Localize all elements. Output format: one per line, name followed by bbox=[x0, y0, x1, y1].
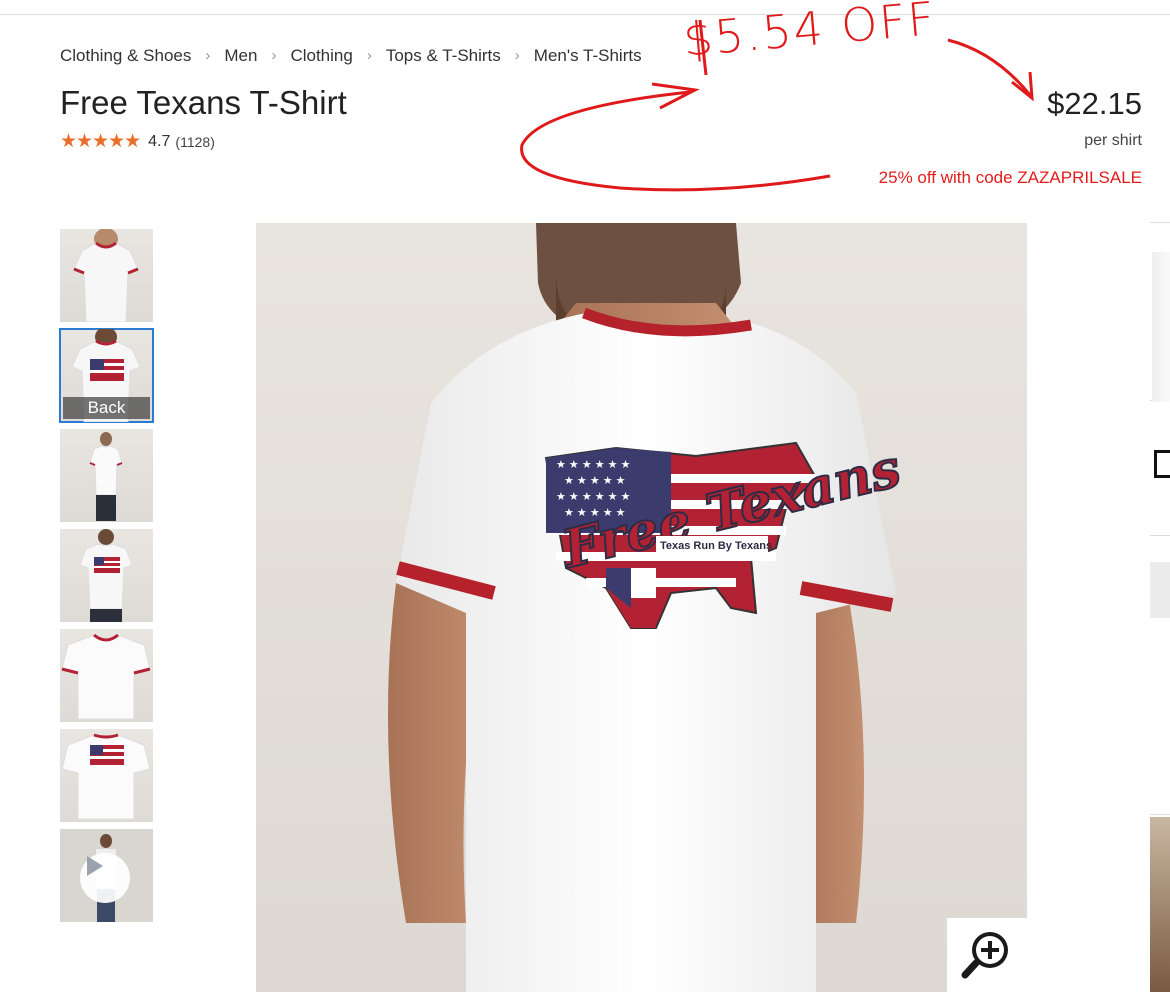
product-title: Free Texans T-Shirt bbox=[60, 84, 347, 121]
tshirt-model-back-image bbox=[79, 529, 133, 622]
review-count[interactable]: (1128) bbox=[175, 134, 214, 150]
price-unit: per shirt bbox=[1084, 132, 1142, 149]
chevron-right-icon: › bbox=[366, 46, 372, 64]
handwritten-discount-note: $5.54 OFF bbox=[681, 0, 939, 67]
tshirt-flat-back-image bbox=[61, 733, 151, 820]
thumbnail-list: Back bbox=[59, 229, 154, 929]
breadcrumb-clothing[interactable]: Clothing bbox=[290, 46, 352, 66]
rating-stars-icon: ★★★★★ bbox=[60, 131, 141, 152]
thumbnail-model-front[interactable] bbox=[60, 429, 153, 522]
thumbnail-video[interactable] bbox=[60, 829, 153, 922]
cart-icon[interactable] bbox=[1154, 450, 1170, 478]
product-rating[interactable]: ★★★★★ 4.7 (1128) bbox=[60, 130, 215, 153]
breadcrumb-mens-tshirts[interactable]: Men's T-Shirts bbox=[534, 46, 642, 66]
print-text-tagline: Texas Run By Texans bbox=[660, 540, 772, 552]
promo-code-text: 25% off with code ZAZAPRILSALE bbox=[878, 168, 1142, 187]
chevron-right-icon: › bbox=[205, 46, 211, 64]
tshirt-model-front-image bbox=[89, 432, 123, 521]
zoom-in-icon bbox=[961, 932, 1008, 979]
tshirt-back-photo: ★ ★ ★ ★ ★ ★ ★ ★ ★ ★ ★ ★ ★ ★ ★ ★ ★ ★ ★ ★ … bbox=[256, 223, 1027, 992]
breadcrumb-men[interactable]: Men bbox=[224, 46, 257, 66]
svg-text:★ ★ ★ ★ ★ ★: ★ ★ ★ ★ ★ ★ bbox=[556, 491, 631, 503]
breadcrumb: Clothing & Shoes › Men › Clothing › Tops… bbox=[60, 46, 642, 66]
thumbnail-back[interactable]: Back bbox=[59, 328, 154, 423]
main-product-image[interactable]: ★ ★ ★ ★ ★ ★ ★ ★ ★ ★ ★ ★ ★ ★ ★ ★ ★ ★ ★ ★ … bbox=[256, 223, 1027, 992]
chevron-right-icon: › bbox=[271, 46, 277, 64]
thumbnail-front[interactable] bbox=[60, 229, 153, 322]
tshirt-flat-front-image bbox=[61, 633, 151, 720]
breadcrumb-tops-tshirts[interactable]: Tops & T-Shirts bbox=[386, 46, 501, 66]
zoom-button[interactable] bbox=[947, 918, 1027, 992]
product-price: $22.15 bbox=[1047, 86, 1142, 121]
thumbnail-model-back[interactable] bbox=[60, 529, 153, 622]
right-panel-edge bbox=[1150, 222, 1170, 992]
sidebar-thumb-edge[interactable] bbox=[1150, 562, 1170, 618]
sidebar-image-edge[interactable] bbox=[1152, 252, 1170, 402]
chevron-right-icon: › bbox=[514, 46, 520, 64]
top-divider bbox=[0, 14, 1170, 15]
thumbnail-flat-back[interactable] bbox=[60, 729, 153, 822]
play-icon[interactable] bbox=[80, 853, 130, 903]
thumbnail-flat-front[interactable] bbox=[60, 629, 153, 722]
thumbnail-label: Back bbox=[63, 397, 150, 419]
svg-text:★ ★ ★ ★ ★ ★: ★ ★ ★ ★ ★ ★ bbox=[556, 459, 631, 471]
tshirt-front-image bbox=[73, 229, 139, 322]
breadcrumb-clothing-shoes[interactable]: Clothing & Shoes bbox=[60, 46, 191, 66]
svg-text:★ ★ ★ ★ ★: ★ ★ ★ ★ ★ bbox=[564, 475, 626, 487]
sidebar-photo-edge[interactable] bbox=[1150, 817, 1170, 992]
rating-value: 4.7 bbox=[148, 132, 171, 150]
